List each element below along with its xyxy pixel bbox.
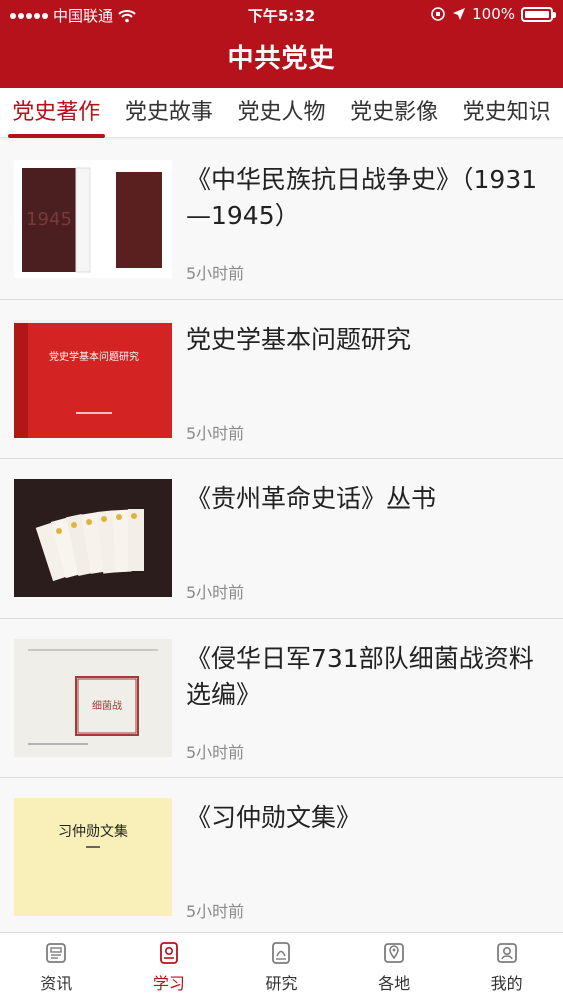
- article-time: 5小时前: [186, 264, 245, 283]
- location-arrow-icon: [453, 8, 466, 20]
- nav-news[interactable]: 资讯: [0, 933, 113, 1000]
- tab-party-history-figures[interactable]: 党史人物: [225, 88, 338, 138]
- list-item[interactable]: 1945 《中华民族抗日战争史》（1931—1945） 5小时前: [0, 140, 563, 300]
- article-time: 5小时前: [186, 902, 245, 921]
- article-time: 5小时前: [186, 583, 245, 602]
- news-icon: [46, 943, 67, 963]
- nav-label: 研究: [265, 974, 298, 993]
- nav-profile[interactable]: 我的: [450, 933, 563, 1000]
- location-icon: [384, 943, 404, 963]
- article-title: 《习仲勋文集》: [186, 803, 362, 832]
- study-icon: [159, 942, 178, 964]
- list-item[interactable]: 党史学基本问题研究 党史学基本问题研究 5小时前: [0, 299, 563, 459]
- bottom-navigation: 资讯 学习 研究 各地 我的: [0, 932, 563, 1000]
- tab-party-history-images[interactable]: 党史影像: [338, 88, 451, 138]
- article-thumbnail: 党史学基本问题研究: [14, 319, 172, 438]
- category-tabs: 党史著作 党史故事 党史人物 党史影像 党史知识: [0, 88, 563, 138]
- svg-text:党史学基本问题研究: 党史学基本问题研究: [49, 350, 139, 363]
- article-title: 《侵华日军731部队细菌战资料选编》: [186, 643, 534, 709]
- status-bar: 中国联通 下午5:32 100%: [0, 0, 563, 28]
- list-item[interactable]: 《贵州革命史话》丛书 5小时前: [0, 459, 563, 619]
- app-header: 中国联通 下午5:32 100% 中共党史: [0, 0, 563, 88]
- nav-label: 各地: [378, 974, 411, 993]
- nav-regions[interactable]: 各地: [338, 933, 451, 1000]
- tab-party-history-stories[interactable]: 党史故事: [113, 88, 226, 138]
- svg-text:习仲勋文集: 习仲勋文集: [58, 823, 128, 840]
- list-item[interactable]: 习仲勋文集 《习仲勋文集》 5小时前: [0, 778, 563, 932]
- svg-text:1945: 1945: [26, 209, 72, 230]
- research-icon: [272, 942, 291, 964]
- article-thumbnail: [14, 479, 172, 597]
- page-title: 中共党史: [227, 44, 336, 74]
- list-item[interactable]: 细菌战 《侵华日军731部队细菌战资料选编》 5小时前: [0, 618, 563, 778]
- battery-percent: 100%: [472, 5, 515, 23]
- orientation-lock-icon: [431, 7, 445, 21]
- article-thumbnail: 细菌战: [14, 638, 172, 757]
- article-title: 《中华民族抗日战争史》（1931—1945）: [186, 165, 538, 230]
- nav-research[interactable]: 研究: [225, 933, 338, 1000]
- nav-label: 学习: [152, 974, 185, 993]
- tab-party-history-knowledge[interactable]: 党史知识: [450, 88, 563, 138]
- nav-label: 我的: [490, 974, 523, 993]
- battery-icon: [521, 6, 556, 22]
- article-thumbnail: 习仲勋文集: [14, 798, 172, 916]
- article-time: 5小时前: [186, 423, 245, 443]
- article-title: 《贵州革命史话》丛书: [186, 484, 437, 513]
- article-time: 5小时前: [186, 742, 245, 762]
- article-list: 1945 《中华民族抗日战争史》（1931—1945） 5小时前 党史学基本问题…: [0, 140, 563, 932]
- article-thumbnail: 1945: [14, 160, 172, 278]
- profile-icon: [496, 943, 517, 963]
- svg-text:细菌战: 细菌战: [92, 699, 122, 712]
- nav-label: 资讯: [40, 974, 73, 993]
- article-title: 党史学基本问题研究: [186, 324, 412, 354]
- tab-party-history-works[interactable]: 党史著作: [0, 88, 113, 138]
- nav-study[interactable]: 学习: [113, 933, 226, 1000]
